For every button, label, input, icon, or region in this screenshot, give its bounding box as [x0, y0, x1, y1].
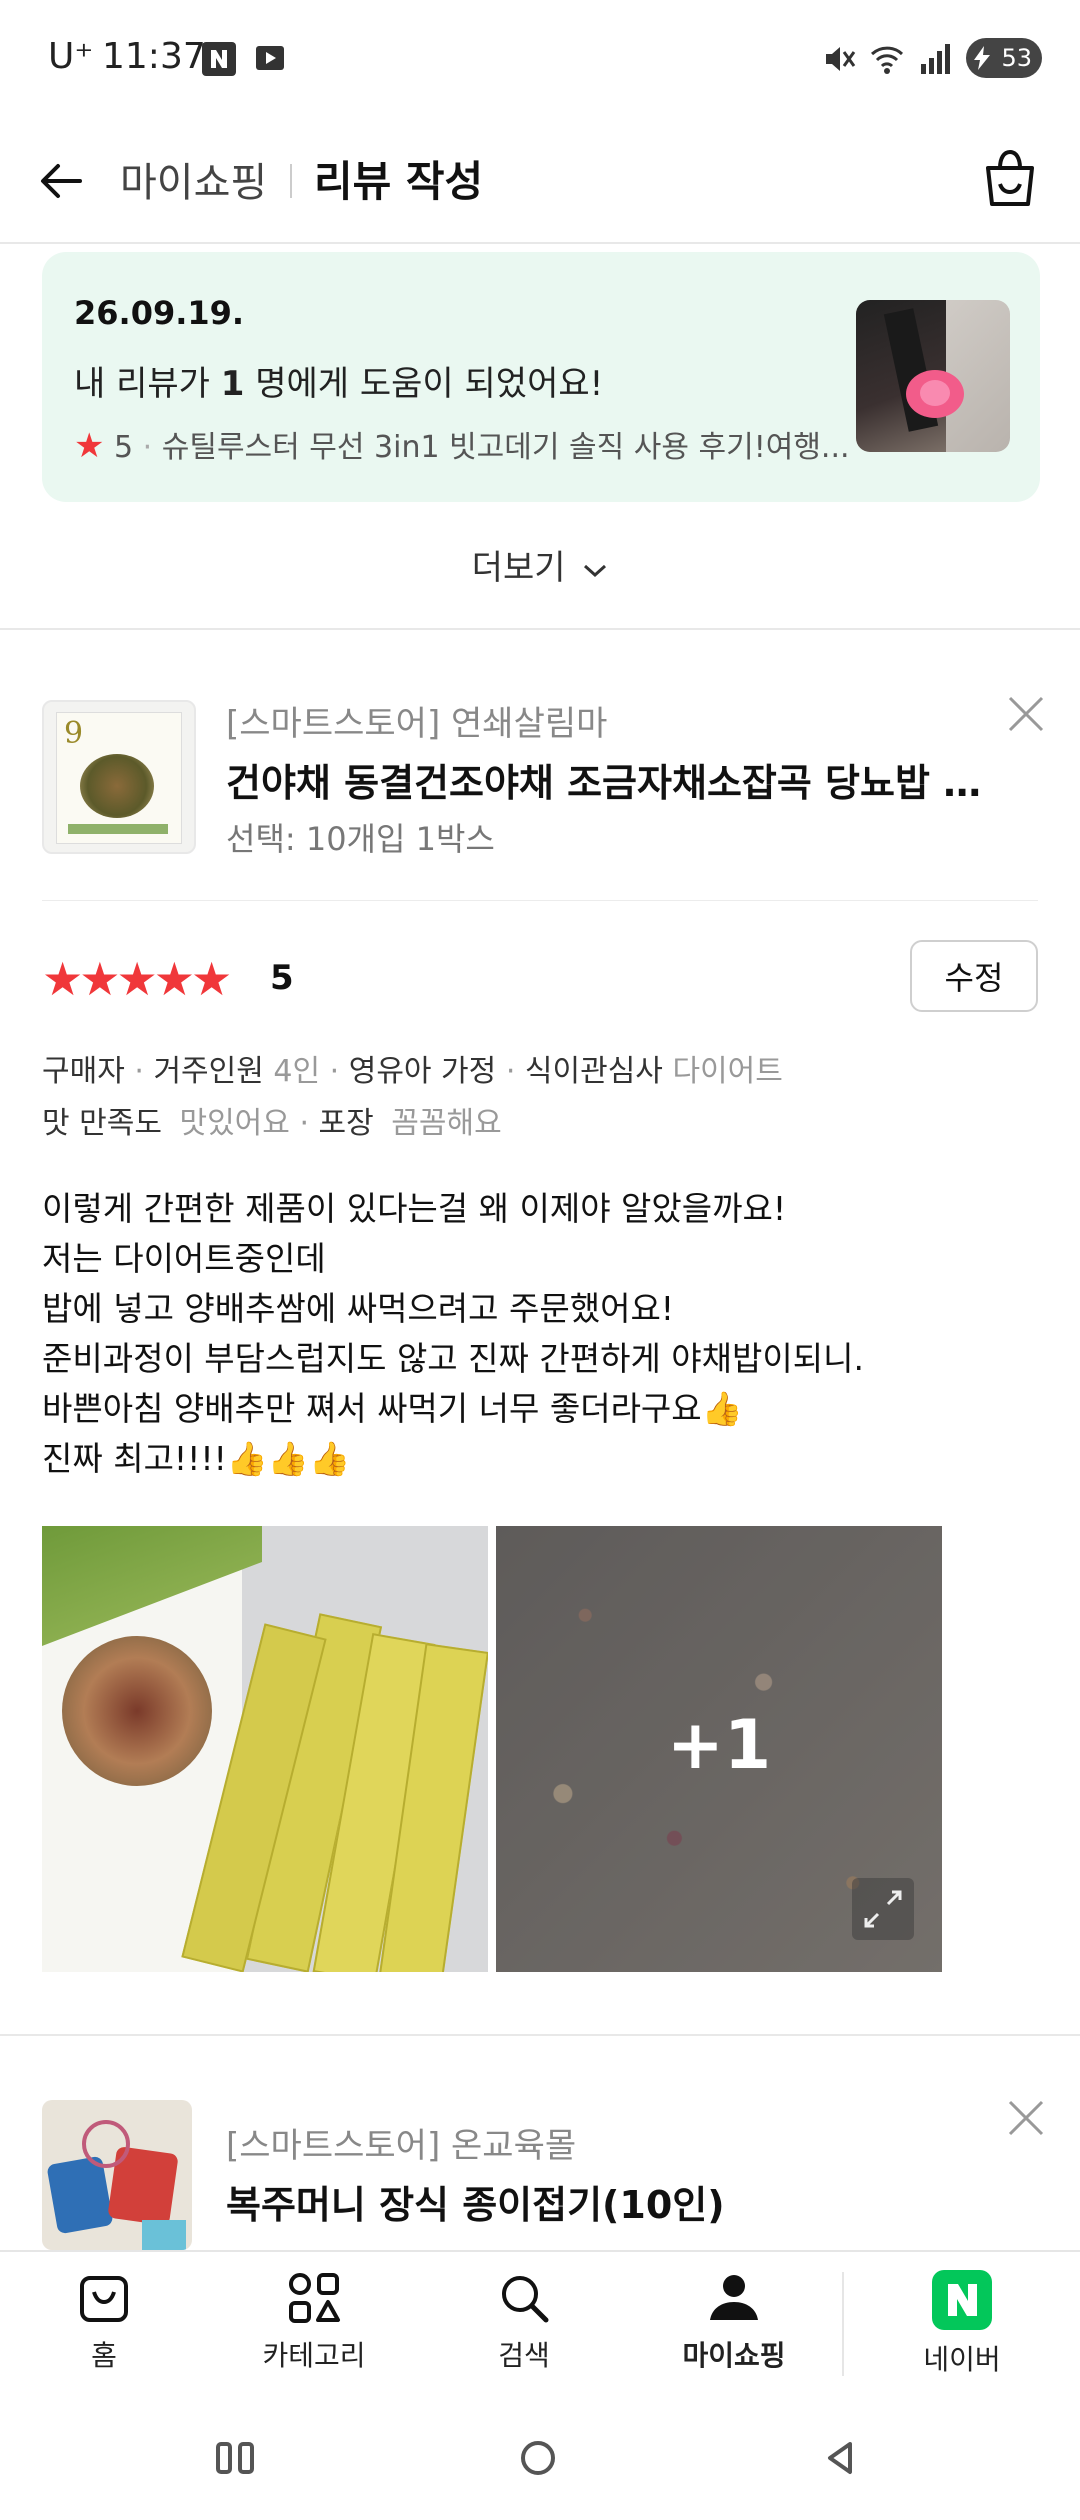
- diet-value: 다이어트: [672, 1054, 783, 1089]
- satisfaction-line: 맛 만족도 맛있어요 · 포장 꼼꼼해요: [42, 1106, 502, 1141]
- buyer-label: 구매자: [42, 1054, 125, 1089]
- person-icon: [710, 2275, 758, 2320]
- helpful-message-prefix: 내 리뷰가: [74, 364, 221, 404]
- bottom-navigation: 홈 카테고리 검색 마이쇼핑 네이버: [0, 2250, 1080, 2402]
- more-button[interactable]: 더보기: [0, 540, 1080, 589]
- review-date: 26.09.19.: [74, 294, 245, 332]
- nav-category[interactable]: 카테고리: [224, 2270, 404, 2374]
- system-navigation-bar: [0, 2400, 1080, 2520]
- breadcrumb-divider: [290, 164, 292, 198]
- product-shop-name: [스마트스토어] 온교육몰: [226, 2126, 577, 2166]
- top-app-bar: 마이쇼핑 리뷰 작성: [0, 120, 1080, 244]
- previous-review-rating: 5: [114, 430, 134, 465]
- close-icon[interactable]: [1006, 2098, 1046, 2138]
- charging-icon: [974, 46, 990, 70]
- bag-icon: [80, 2276, 128, 2322]
- nav-naver[interactable]: 네이버: [872, 2270, 1052, 2378]
- pack-label: 포장: [318, 1106, 374, 1141]
- pack-value: 꼼꼼해요: [391, 1106, 502, 1141]
- helpful-message: 내 리뷰가 1 명에게 도움이 되었어요!: [74, 356, 603, 405]
- review-photo-thumbnail: [856, 300, 1010, 452]
- section-divider: [0, 2034, 1080, 2036]
- edit-review-button[interactable]: 수정: [910, 940, 1038, 1012]
- product-thumbnail[interactable]: [42, 2100, 192, 2250]
- product-thumbnail[interactable]: 9: [42, 700, 196, 854]
- close-icon[interactable]: [1006, 694, 1046, 734]
- category-icon: [289, 2273, 340, 2323]
- nav-label: 마이쇼핑: [682, 2339, 786, 2372]
- home-circle-icon[interactable]: [518, 2438, 558, 2478]
- section-divider: [0, 628, 1080, 630]
- naver-notification-icon: [202, 42, 236, 76]
- product-name[interactable]: 건야채 동결건조야채 조금자채소잡곡 당뇨밥 ...: [226, 752, 986, 807]
- household-label: 거주인원: [153, 1054, 264, 1089]
- taste-label: 맛 만족도: [42, 1106, 162, 1141]
- more-photos-count: +1: [666, 1706, 772, 1785]
- nav-divider: [842, 2272, 844, 2376]
- chevron-down-icon: [584, 564, 607, 578]
- expand-icon[interactable]: [852, 1878, 914, 1940]
- review-photo-more[interactable]: +1: [496, 1526, 942, 1972]
- search-icon: [502, 2276, 549, 2323]
- taste-value: 맛있어요: [179, 1106, 290, 1141]
- media-notification-icon: [256, 46, 284, 70]
- shopping-bag-icon[interactable]: [980, 146, 1040, 210]
- diet-label: 식이관심사: [524, 1054, 663, 1089]
- battery-indicator: 53: [966, 38, 1042, 78]
- more-label: 더보기: [471, 548, 566, 588]
- naver-icon: [932, 2270, 992, 2330]
- review-photo[interactable]: [42, 1526, 488, 1972]
- product-box-number: 9: [64, 716, 84, 751]
- signal-icon: [921, 44, 950, 74]
- product-shop-name: [스마트스토어] 연쇄살림마: [226, 704, 608, 744]
- rating-stars: ★★★★★: [42, 952, 232, 1006]
- carrier-label: U⁺: [48, 36, 94, 77]
- nav-search[interactable]: 검색: [434, 2270, 614, 2374]
- family-label: 영유아 가정: [348, 1054, 497, 1089]
- back-triangle-icon[interactable]: [822, 2440, 858, 2476]
- product-name[interactable]: 복주머니 장식 종이접기(10인): [226, 2174, 986, 2229]
- nav-label: 카테고리: [262, 2339, 366, 2372]
- clock: 11:37: [102, 36, 206, 77]
- mute-icon: [826, 47, 856, 71]
- helpful-count: 1: [220, 364, 245, 404]
- product-option: 선택: 10개입 1박스: [226, 820, 495, 858]
- rating-value: 5: [270, 958, 294, 998]
- nav-label: 네이버: [923, 2343, 1001, 2376]
- review-helpful-card[interactable]: 26.09.19. 내 리뷰가 1 명에게 도움이 되었어요! ★ 5 · 슈틸…: [42, 252, 1040, 502]
- buyer-info-line: 구매자 · 거주인원 4인 · 영유아 가정 · 식이관심사 다이어트: [42, 1054, 783, 1089]
- wifi-icon: [870, 46, 904, 74]
- back-arrow-icon[interactable]: [36, 156, 86, 206]
- nav-my-shopping[interactable]: 마이쇼핑: [644, 2270, 824, 2374]
- household-value: 4인: [273, 1054, 321, 1089]
- nav-home[interactable]: 홈: [14, 2270, 194, 2374]
- star-icon: ★: [74, 426, 105, 466]
- page-title: 리뷰 작성: [314, 157, 484, 206]
- previous-review-title: 슈틸루스터 무선 3in1 빗고데기 솔직 사용 후기!여행...: [161, 430, 850, 465]
- recent-apps-icon[interactable]: [216, 2440, 256, 2476]
- status-bar: U⁺ 11:37 53: [0, 0, 1080, 120]
- helpful-message-suffix: 명에게 도움이 되었어요!: [244, 364, 604, 404]
- previous-review-summary: ★ 5 · 슈틸루스터 무선 3in1 빗고데기 솔직 사용 후기!여행...: [74, 426, 850, 466]
- nav-label: 검색: [498, 2339, 550, 2372]
- item-divider: [42, 900, 1038, 901]
- review-text: 이렇게 간편한 제품이 있다는걸 왜 이제야 알았을까요! 저는 다이어트중인데…: [42, 1189, 864, 1478]
- breadcrumb[interactable]: 마이쇼핑: [120, 150, 267, 208]
- nav-label: 홈: [91, 2339, 117, 2372]
- battery-level: 53: [1001, 44, 1032, 72]
